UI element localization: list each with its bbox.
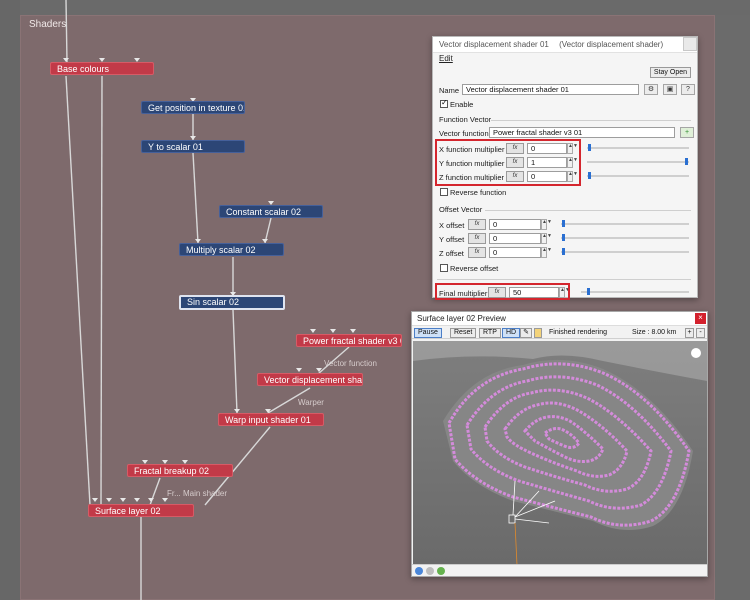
zoom-in-icon[interactable]: + (685, 328, 694, 338)
top-strip (0, 0, 750, 15)
reverse-offset-label: Reverse offset (450, 264, 499, 273)
z-offset-label: Z offset (439, 249, 464, 258)
function-vector-heading: Function Vector (439, 115, 492, 124)
y-offset-spinner[interactable]: ▲▼ (541, 233, 552, 244)
preview-toolbar: Pause Reset RTP HD ✎ Finished rendering … (412, 326, 707, 339)
dialog-title: Vector displacement shader 01 (439, 40, 549, 49)
node-power-fractal[interactable]: Power fractal shader v3 01 (296, 334, 402, 347)
preview-bottom-bar (412, 564, 707, 576)
lock-icon[interactable] (534, 328, 542, 338)
offset-vector-heading: Offset Vector (439, 205, 483, 214)
preview-title: Surface layer 02 Preview (417, 314, 506, 323)
z-offset-slider-thumb[interactable] (562, 248, 565, 255)
surface-layer-preview-window[interactable]: Surface layer 02 Preview × Pause Reset R… (411, 311, 708, 577)
pause-button[interactable]: Pause (414, 328, 442, 338)
node-warp-input[interactable]: Warp input shader 01 (218, 413, 324, 426)
reverse-offset-checkbox[interactable] (440, 264, 448, 272)
render-status: Finished rendering (549, 329, 607, 336)
node-vector-displacement[interactable]: Vector displacement shader 01 (257, 373, 363, 386)
function-multipliers-highlight (435, 139, 581, 186)
dialog-subtitle: (Vector displacement shader) (559, 40, 664, 49)
port-label-warper: Warper (298, 398, 324, 407)
z-offset-slider[interactable] (561, 251, 689, 253)
name-field[interactable]: Vector displacement shader 01 (462, 84, 639, 95)
gear-icon[interactable]: ⚙ (644, 84, 658, 95)
preview-size: Size : 8.00 km (632, 329, 677, 336)
node-sin-scalar[interactable]: Sin scalar 02 (179, 295, 285, 310)
preview-render-view[interactable] (413, 341, 707, 565)
dialog-close-button[interactable] (683, 37, 697, 51)
port-label-fractal-breakup: Fr... (167, 489, 181, 498)
x-function-slider[interactable] (587, 147, 689, 149)
camera-icon[interactable] (426, 567, 434, 575)
left-strip (0, 0, 20, 600)
x-function-slider-thumb[interactable] (588, 144, 591, 151)
reverse-function-checkbox[interactable] (440, 188, 448, 196)
z-offset-input[interactable]: 0 (489, 247, 541, 258)
node-fractal-breakup[interactable]: Fractal breakup 02 (127, 464, 233, 477)
preview-close-icon[interactable]: × (695, 313, 706, 324)
section-divider (437, 279, 691, 280)
vector-displacement-dialog[interactable]: Vector displacement shader 01 (Vector di… (432, 36, 698, 300)
sun-icon (691, 348, 701, 358)
reverse-function-label: Reverse function (450, 188, 507, 197)
y-function-slider-thumb[interactable] (685, 158, 688, 165)
rtp-button[interactable]: RTP (479, 328, 501, 338)
help-icon[interactable]: ? (681, 84, 695, 95)
terrain-render (413, 341, 707, 565)
node-get-position[interactable]: Get position in texture 01 (141, 101, 245, 114)
add-icon[interactable]: + (680, 127, 694, 138)
enable-label: Enable (450, 100, 474, 109)
y-function-slider[interactable] (587, 161, 689, 163)
globe-icon[interactable] (437, 567, 445, 575)
port-label-main-shader: Main shader (183, 489, 228, 498)
vector-function-label: Vector function (439, 129, 489, 138)
section-divider (491, 120, 691, 121)
y-offset-input[interactable]: 0 (489, 233, 541, 244)
node-base-colours[interactable]: Base colours (50, 62, 154, 75)
eye-icon[interactable] (415, 567, 423, 575)
zoom-out-icon[interactable]: - (696, 328, 705, 338)
z-function-slider[interactable] (587, 175, 689, 177)
node-multiply-scalar[interactable]: Multiply scalar 02 (179, 243, 284, 256)
hd-button[interactable]: HD (502, 328, 521, 338)
node-y-to-scalar[interactable]: Y to scalar 01 (141, 140, 245, 153)
y-offset-label: Y offset (439, 235, 465, 244)
y-offset-slider-thumb[interactable] (562, 234, 565, 241)
y-offset-button[interactable]: fx (468, 233, 486, 244)
enable-checkbox[interactable] (440, 98, 448, 108)
final-multiplier-highlight (435, 283, 570, 300)
x-offset-button[interactable]: fx (468, 219, 486, 230)
node-constant-scalar[interactable]: Constant scalar 02 (219, 205, 323, 218)
x-offset-slider[interactable] (561, 223, 689, 225)
graph-panel-title: Shaders (29, 19, 67, 30)
final-multiplier-slider-thumb[interactable] (587, 288, 590, 295)
z-function-slider-thumb[interactable] (588, 172, 591, 179)
preview-titlebar[interactable]: Surface layer 02 Preview × (412, 312, 707, 326)
preview-icon[interactable]: ▣ (663, 84, 677, 95)
final-multiplier-slider[interactable] (581, 291, 689, 293)
port-label-vector-function: Vector function (324, 359, 377, 368)
x-offset-label: X offset (439, 221, 465, 230)
section-divider (485, 210, 691, 211)
x-offset-input[interactable]: 0 (489, 219, 541, 230)
vector-function-field[interactable]: Power fractal shader v3 01 (489, 127, 675, 138)
brush-icon[interactable]: ✎ (520, 328, 532, 338)
x-offset-slider-thumb[interactable] (562, 220, 565, 227)
node-surface-layer[interactable]: Surface layer 02 (88, 504, 194, 517)
name-label: Name (439, 86, 460, 95)
reset-button[interactable]: Reset (450, 328, 477, 338)
x-offset-spinner[interactable]: ▲▼ (541, 219, 552, 230)
dialog-menu-edit[interactable]: Edit (433, 53, 697, 65)
dialog-titlebar[interactable]: Vector displacement shader 01 (Vector di… (433, 37, 697, 53)
z-offset-spinner[interactable]: ▲▼ (541, 247, 552, 258)
stay-open-button[interactable]: Stay Open (649, 67, 691, 78)
y-offset-slider[interactable] (561, 237, 689, 239)
z-offset-button[interactable]: fx (468, 247, 486, 258)
